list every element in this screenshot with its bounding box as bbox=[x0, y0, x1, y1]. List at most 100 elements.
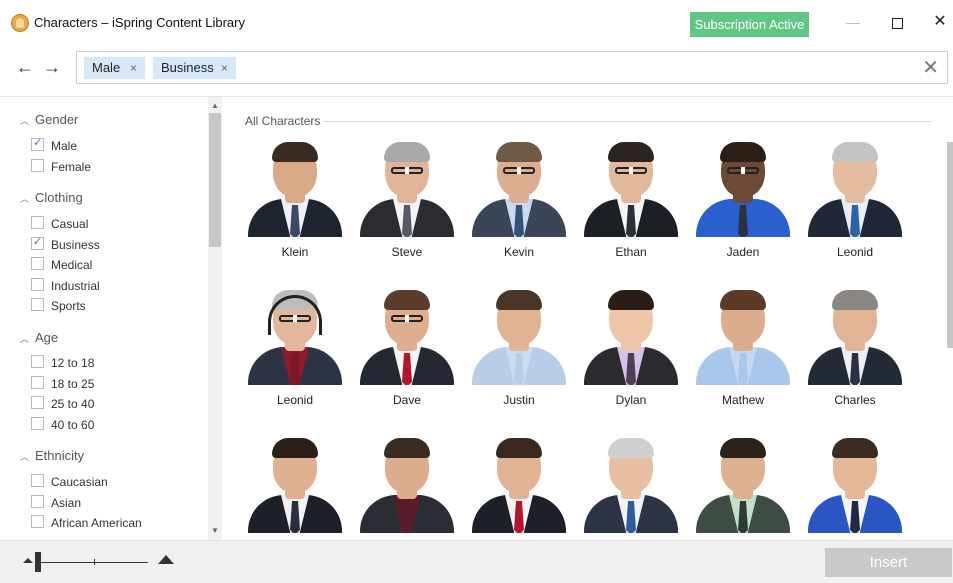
checkbox-checked[interactable] bbox=[31, 136, 44, 151]
checkbox[interactable] bbox=[31, 159, 44, 172]
checkbox[interactable] bbox=[31, 278, 44, 291]
character-photo bbox=[358, 437, 456, 533]
character-card[interactable]: Charles bbox=[806, 289, 904, 409]
character-card[interactable] bbox=[470, 437, 568, 557]
app-logo-icon bbox=[11, 14, 29, 32]
character-card[interactable] bbox=[806, 437, 904, 557]
checkbox[interactable] bbox=[31, 396, 44, 409]
filter-tag-business[interactable]: Business × bbox=[153, 57, 236, 79]
character-photo bbox=[246, 437, 344, 533]
collapse-chevron-icon: ︿ bbox=[20, 194, 30, 204]
filter-search-box[interactable]: Male × Business × ✕ bbox=[76, 51, 948, 84]
zoom-out-icon[interactable] bbox=[23, 558, 33, 563]
zoom-slider-tick bbox=[94, 559, 95, 565]
filter-tag-label: Male bbox=[92, 60, 121, 75]
character-card[interactable]: Leonid bbox=[806, 141, 904, 261]
filter-option-label: Industrial bbox=[51, 279, 100, 293]
scroll-down-icon[interactable]: ▼ bbox=[210, 526, 220, 535]
character-name: Leonid bbox=[276, 393, 314, 407]
filter-option-sports[interactable]: Sports bbox=[31, 298, 86, 313]
subscription-status-badge[interactable]: Subscription Active bbox=[690, 12, 809, 37]
character-card[interactable] bbox=[694, 437, 792, 557]
filter-option-age-25-40[interactable]: 25 to 40 bbox=[31, 396, 94, 411]
scroll-up-icon[interactable]: ▲ bbox=[210, 101, 220, 110]
filter-option-female[interactable]: Female bbox=[31, 159, 91, 174]
checkbox-checked[interactable] bbox=[31, 235, 44, 250]
filter-option-medical[interactable]: Medical bbox=[31, 257, 92, 272]
filter-group-age-header[interactable]: ︿ Age bbox=[20, 330, 58, 345]
filter-option-age-18-25[interactable]: 18 to 25 bbox=[31, 376, 94, 391]
character-card[interactable]: Jaden bbox=[694, 141, 792, 261]
character-name: Ethan bbox=[615, 245, 647, 259]
filter-option-age-40-60[interactable]: 40 to 60 bbox=[31, 417, 94, 432]
character-photo bbox=[358, 141, 456, 237]
character-photo bbox=[694, 437, 792, 533]
filter-group-gender-header[interactable]: ︿ Gender bbox=[20, 112, 78, 127]
filter-option-casual[interactable]: Casual bbox=[31, 216, 88, 231]
character-card[interactable] bbox=[246, 437, 344, 557]
filter-option-industrial[interactable]: Industrial bbox=[31, 278, 100, 293]
checkbox[interactable] bbox=[31, 515, 44, 528]
checkbox[interactable] bbox=[31, 216, 44, 229]
character-card[interactable]: Klein bbox=[246, 141, 344, 261]
character-card[interactable]: Kevin bbox=[470, 141, 568, 261]
collapse-chevron-icon: ︿ bbox=[20, 452, 30, 462]
insert-button[interactable]: Insert bbox=[825, 548, 952, 577]
character-card[interactable]: Ethan bbox=[582, 141, 680, 261]
zoom-slider-track[interactable] bbox=[38, 562, 148, 563]
character-card[interactable]: Justin bbox=[470, 289, 568, 409]
forward-button[interactable]: → bbox=[43, 57, 61, 78]
character-card[interactable]: Dave bbox=[358, 289, 456, 409]
checkbox[interactable] bbox=[31, 474, 44, 487]
filter-option-african-american[interactable]: African American bbox=[31, 515, 142, 530]
filter-option-male[interactable]: Male bbox=[31, 136, 77, 153]
character-photo bbox=[470, 437, 568, 533]
character-card[interactable]: Leonid bbox=[246, 289, 344, 409]
character-name: Kevin bbox=[503, 245, 535, 259]
close-button[interactable]: ✕ bbox=[925, 10, 953, 34]
character-photo bbox=[246, 289, 344, 385]
checkbox[interactable] bbox=[31, 417, 44, 430]
character-name: Justin bbox=[503, 393, 535, 407]
checkbox[interactable] bbox=[31, 495, 44, 508]
checkbox[interactable] bbox=[31, 298, 44, 311]
maximize-button[interactable] bbox=[882, 10, 912, 34]
filter-option-label: Female bbox=[51, 160, 92, 174]
filter-option-label: 12 to 18 bbox=[51, 356, 95, 370]
gallery-scrollbar-thumb[interactable] bbox=[947, 142, 953, 348]
filter-option-age-12-18[interactable]: 12 to 18 bbox=[31, 355, 94, 370]
filter-option-business[interactable]: Business bbox=[31, 235, 100, 252]
remove-tag-icon[interactable]: × bbox=[130, 57, 137, 79]
filter-tag-male[interactable]: Male × bbox=[84, 57, 145, 79]
character-card[interactable]: Steve bbox=[358, 141, 456, 261]
filter-group-clothing-header[interactable]: ︿ Clothing bbox=[20, 190, 83, 205]
character-name: Steve bbox=[391, 245, 423, 259]
checkbox[interactable] bbox=[31, 376, 44, 389]
filter-group-ethnicity-header[interactable]: ︿ Ethnicity bbox=[20, 448, 84, 463]
checkbox[interactable] bbox=[31, 355, 44, 368]
collapse-chevron-icon: ︿ bbox=[20, 334, 30, 344]
filter-tag-label: Business bbox=[161, 60, 214, 75]
character-card[interactable]: Dylan bbox=[582, 289, 680, 409]
character-name: Jaden bbox=[726, 245, 760, 259]
filter-option-label: Asian bbox=[51, 496, 82, 510]
character-card[interactable] bbox=[582, 437, 680, 557]
character-card[interactable]: Mathew bbox=[694, 289, 792, 409]
filter-option-label: Caucasian bbox=[51, 475, 108, 489]
section-divider bbox=[323, 121, 932, 122]
character-card[interactable] bbox=[358, 437, 456, 557]
remove-tag-icon[interactable]: × bbox=[221, 57, 228, 79]
filter-option-asian[interactable]: Asian bbox=[31, 495, 81, 510]
back-button[interactable]: ← bbox=[16, 57, 34, 78]
checkbox[interactable] bbox=[31, 257, 44, 270]
minimize-button[interactable]: — bbox=[838, 10, 868, 34]
character-photo bbox=[582, 437, 680, 533]
clear-filters-icon[interactable]: ✕ bbox=[922, 55, 939, 80]
section-title: All Characters bbox=[245, 114, 321, 128]
zoom-in-icon[interactable] bbox=[158, 555, 174, 564]
filter-group-label: Ethnicity bbox=[35, 448, 85, 463]
filter-option-caucasian[interactable]: Caucasian bbox=[31, 474, 108, 489]
sidebar-scrollbar-thumb[interactable] bbox=[209, 113, 221, 247]
filter-option-label: Sports bbox=[51, 299, 86, 313]
zoom-slider-handle[interactable] bbox=[35, 552, 41, 572]
